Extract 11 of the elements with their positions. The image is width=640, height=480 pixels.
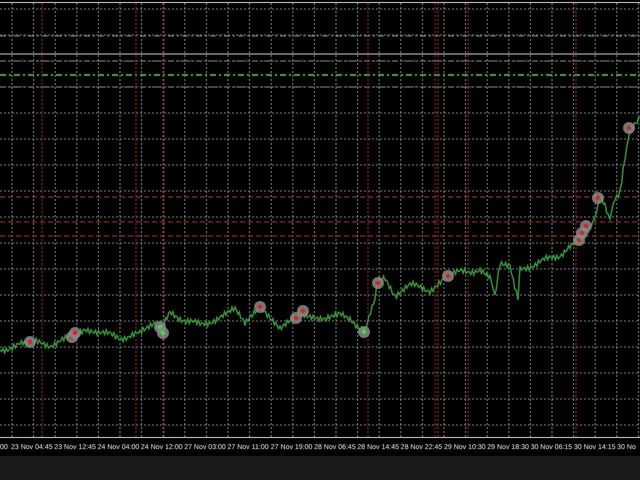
- trade-marker: [157, 327, 169, 339]
- trade-marker: [372, 277, 384, 289]
- trade-marker: [358, 326, 370, 338]
- trade-marker: [442, 270, 454, 282]
- trade-marker: [580, 220, 592, 232]
- trade-marker: [297, 305, 309, 317]
- trade-marker: [69, 327, 81, 339]
- trade-marker: [24, 336, 36, 348]
- trade-marker: [592, 192, 604, 204]
- trade-marker: [623, 122, 635, 134]
- trade-marker: [254, 301, 266, 313]
